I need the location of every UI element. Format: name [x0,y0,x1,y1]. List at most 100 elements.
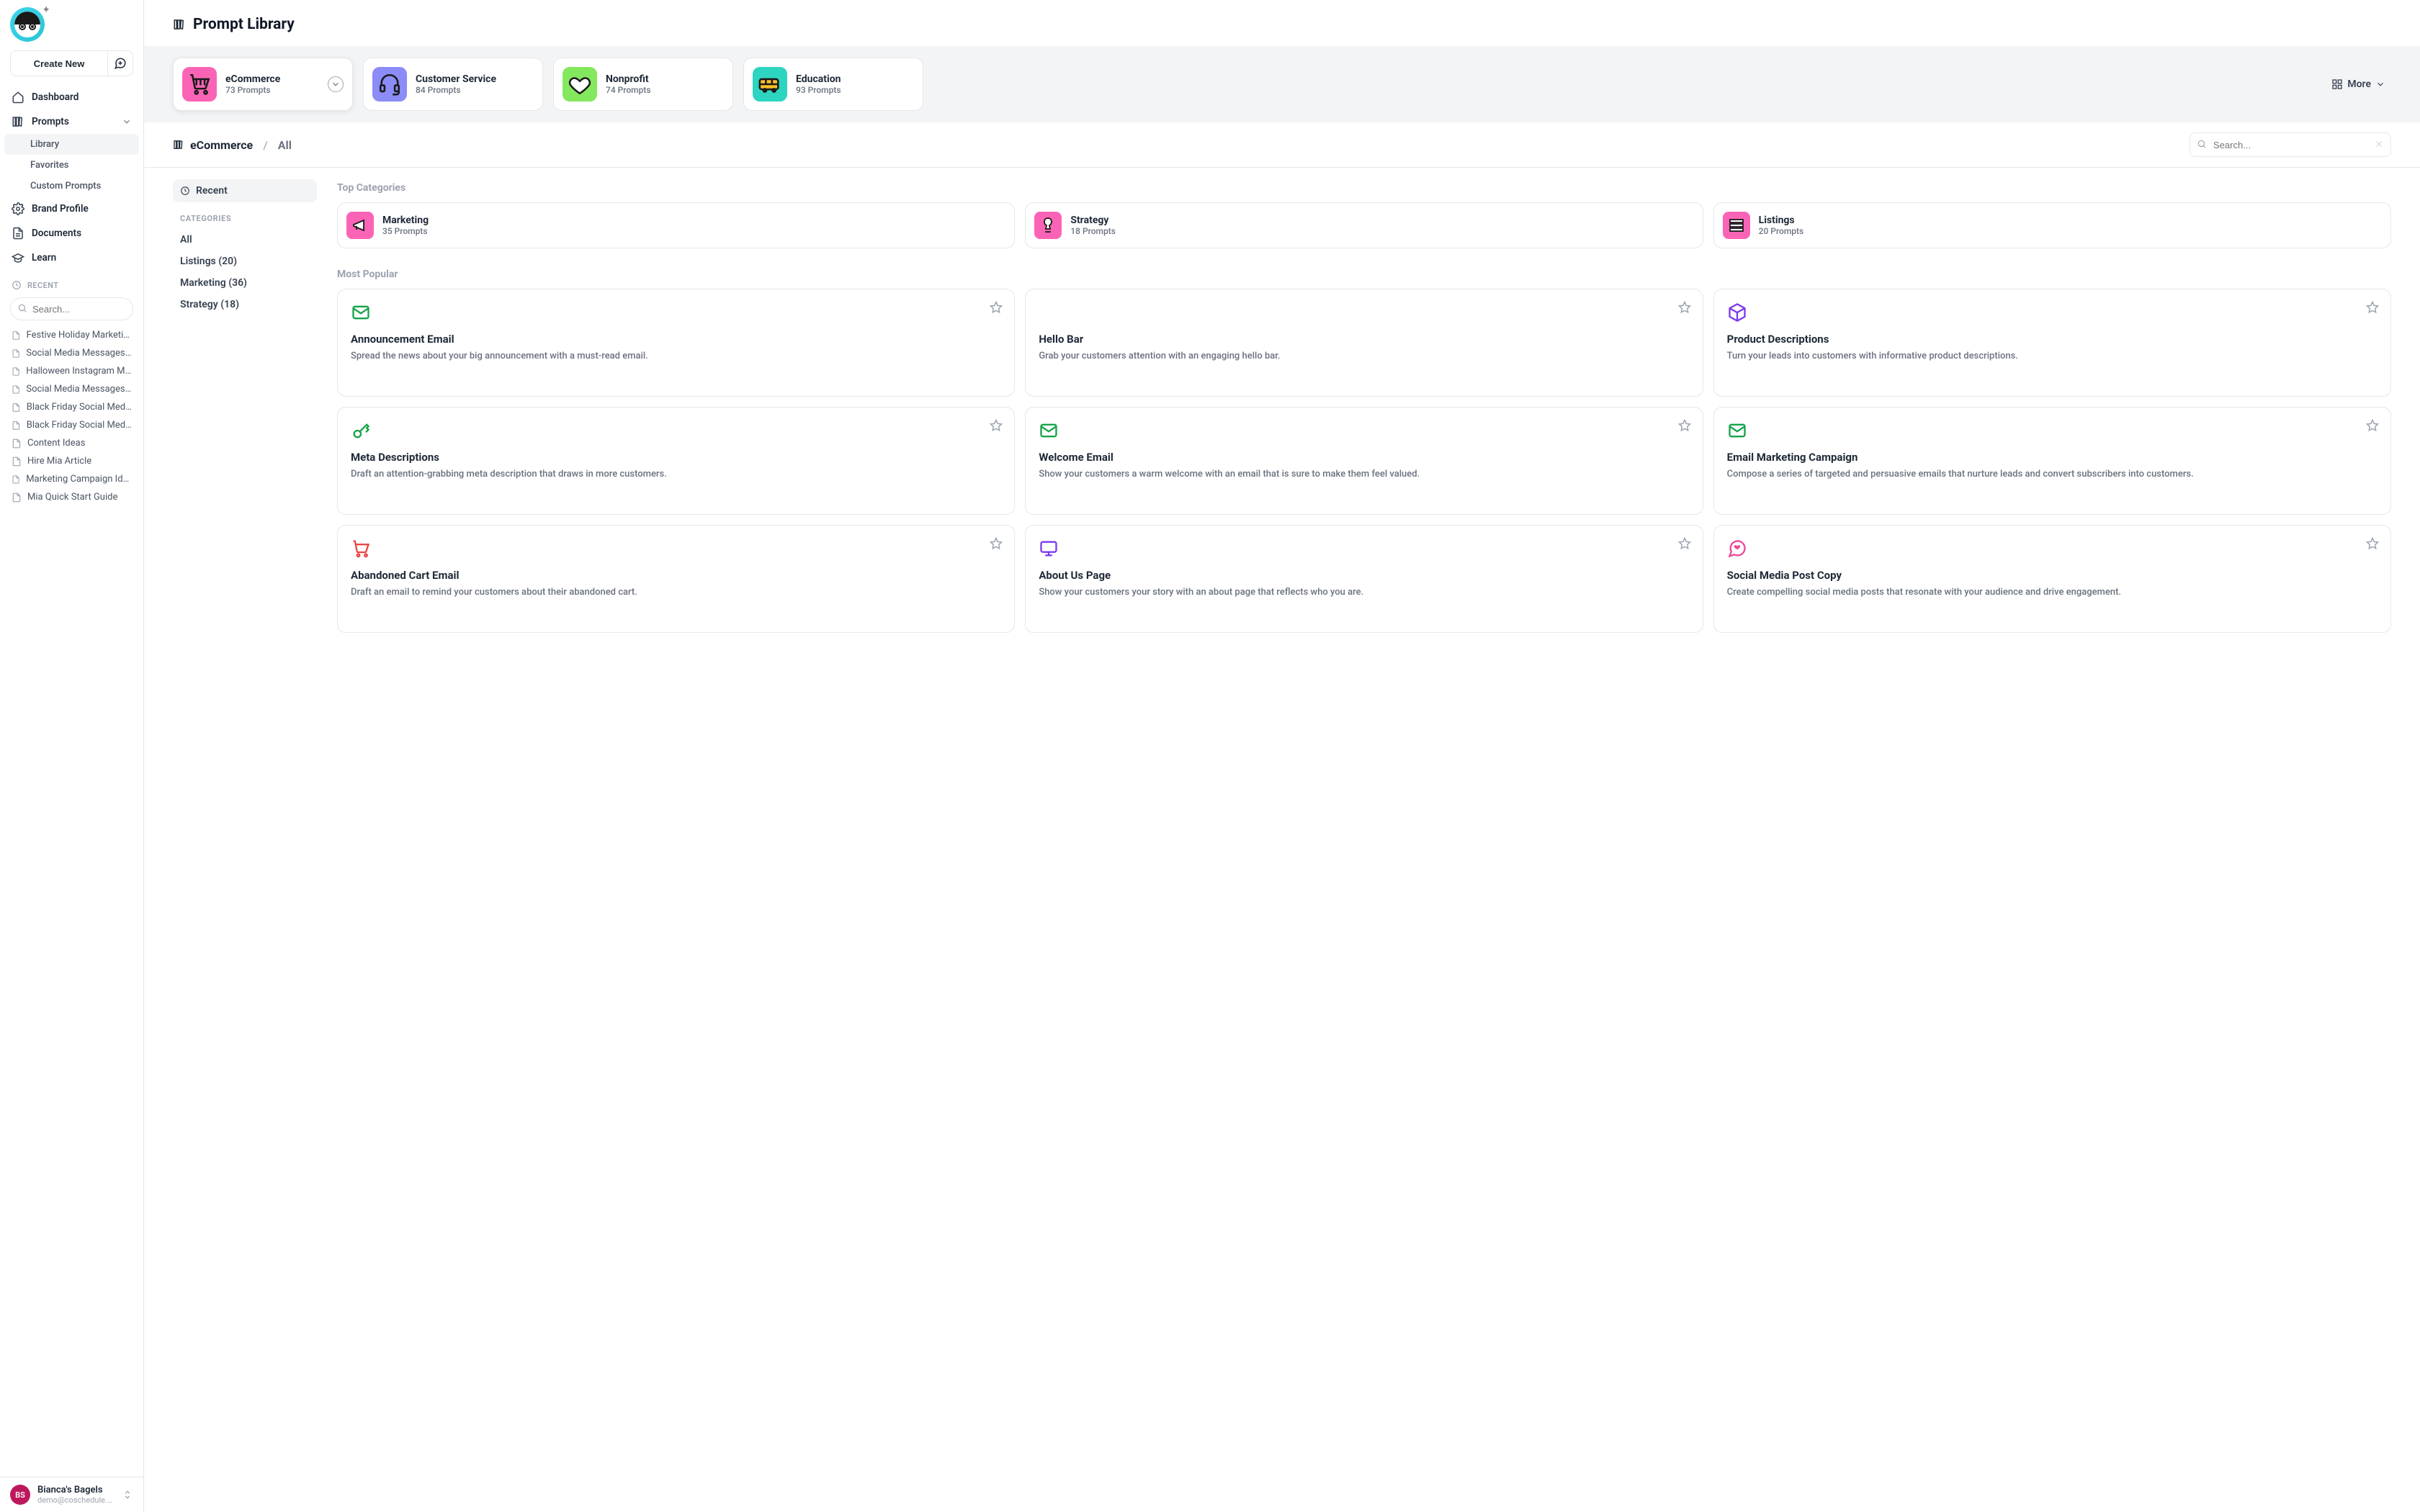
nav-sub-library[interactable]: Library [4,134,139,155]
library-sub: 93 Prompts [796,85,914,95]
favorite-star-icon[interactable] [2366,301,2379,314]
favorite-star-icon[interactable] [990,537,1003,550]
content-search[interactable] [2190,132,2391,157]
sidebar: ✦ Create New Dashboard PromptsLibraryFavo… [0,0,144,1512]
prompt-card[interactable]: Welcome Email Show your customers a warm… [1025,407,1703,515]
breadcrumb-lib[interactable]: eCommerce [190,138,253,152]
library-card-nonprofit[interactable]: Nonprofit 74 Prompts [553,58,733,111]
grid-icon [2331,78,2343,90]
prompt-desc: Grab your customers attention with an en… [1039,350,1689,364]
favorite-star-icon[interactable] [1678,419,1691,432]
rail-category[interactable]: Strategy (18) [173,294,317,315]
prompt-title: Meta Descriptions [351,451,1001,464]
create-new-button[interactable]: Create New [10,50,107,76]
search-icon [2197,139,2207,149]
favorite-star-icon[interactable] [2366,419,2379,432]
nav-dashboard[interactable]: Dashboard [4,85,139,109]
recent-item[interactable]: Hire Mia Article [4,452,139,470]
cart-icon [182,67,217,102]
key-icon [351,420,372,442]
recent-item[interactable]: Mia Quick Start Guide [4,488,139,506]
library-card-education[interactable]: Education 93 Prompts [743,58,923,111]
more-button[interactable]: More [2326,58,2391,111]
learn-icon [12,251,24,264]
recent-item[interactable]: Black Friday Social Media ... [4,398,139,416]
nav-learn[interactable]: Learn [4,246,139,270]
nav-sub-favorites[interactable]: Favorites [4,155,139,176]
mail-icon [1039,420,1060,442]
prompt-title: Welcome Email [1039,451,1689,464]
category-title: Marketing [382,215,429,226]
nav-documents[interactable]: Documents [4,221,139,246]
library-card-customer[interactable]: Customer Service 84 Prompts [363,58,543,111]
clock-icon [180,186,190,196]
chevron-updown-icon [122,1489,133,1500]
category-card[interactable]: Listings 20 Prompts [1713,202,2391,248]
rail-recent[interactable]: Recent [173,179,317,202]
brand-icon [12,202,24,215]
content-search-input[interactable] [2190,132,2391,157]
favorite-star-icon[interactable] [990,301,1003,314]
library-sub: 84 Prompts [416,85,534,95]
dashboard-icon [12,91,24,104]
recent-item[interactable]: Marketing Campaign Ideas ... [4,470,139,488]
favorite-star-icon[interactable] [2366,537,2379,550]
favorite-star-icon[interactable] [1678,537,1691,550]
prompt-card[interactable]: Hello Bar Grab your customers attention … [1025,289,1703,397]
document-icon [12,330,21,341]
documents-icon [12,227,24,240]
user-footer[interactable]: BS Bianca's Bagels demo@coschedule.com [0,1477,143,1512]
prompt-title: Product Descriptions [1727,333,2378,346]
prompt-desc: Show your customers your story with an a… [1039,586,1689,600]
recent-item[interactable]: Festive Holiday Marketing ... [4,326,139,344]
library-title: Nonprofit [606,73,724,85]
recent-item[interactable]: Social Media Messages for... [4,380,139,398]
headset-icon [372,67,407,102]
logo: ✦ [0,0,143,42]
document-icon [12,456,22,467]
prompt-card[interactable]: Email Marketing Campaign Compose a serie… [1713,407,2391,515]
prompt-card[interactable]: Meta Descriptions Draft an attention-gra… [337,407,1015,515]
breadcrumb-current: All [278,138,292,152]
recent-item[interactable]: Halloween Instagram Mess... [4,362,139,380]
prompt-card[interactable]: Product Descriptions Turn your leads int… [1713,289,2391,397]
library-title: Education [796,73,914,85]
nav-brand[interactable]: Brand Profile [4,197,139,221]
category-card[interactable]: Strategy 18 Prompts [1025,202,1703,248]
nav-sub-custom[interactable]: Custom Prompts [4,176,139,197]
mail-icon [1727,420,1749,442]
user-name: Bianca's Bagels [37,1485,115,1495]
prompt-desc: Draft an attention-grabbing meta descrip… [351,468,1001,482]
prompt-desc: Turn your leads into customers with info… [1727,350,2378,364]
recent-item[interactable]: Black Friday Social Media ... [4,416,139,434]
categories-header: CATEGORIES [173,202,317,229]
prompt-card[interactable]: About Us Page Show your customers your s… [1025,525,1703,633]
rail-category[interactable]: Listings (20) [173,251,317,272]
prompt-card[interactable]: Abandoned Cart Email Draft an email to r… [337,525,1015,633]
none-icon [1039,302,1060,324]
library-card-ecommerce[interactable]: eCommerce 73 Prompts [173,58,353,111]
recent-item[interactable]: Social Media Messages for... [4,344,139,362]
nav-label: Dashboard [32,91,79,103]
favorite-star-icon[interactable] [990,419,1003,432]
document-icon [12,366,20,377]
prompt-desc: Compose a series of targeted and persuas… [1727,468,2378,482]
mail-icon [351,302,372,324]
prompt-desc: Spread the news about your big announcem… [351,350,1001,364]
rail-category[interactable]: Marketing (36) [173,272,317,294]
prompt-card[interactable]: Social Media Post Copy Create compelling… [1713,525,2391,633]
category-title: Listings [1759,215,1804,226]
sidebar-search-input[interactable] [10,297,133,320]
prompt-card[interactable]: Announcement Email Spread the news about… [337,289,1015,397]
rail-category[interactable]: All [173,229,317,251]
library-sub: 73 Prompts [225,85,319,95]
category-card[interactable]: Marketing 35 Prompts [337,202,1015,248]
nav-prompts[interactable]: Prompts [4,109,139,134]
clear-search-icon[interactable] [2374,139,2384,149]
sidebar-search[interactable] [10,297,133,320]
recent-item[interactable]: Content Ideas [4,434,139,452]
page-title: Prompt Library [193,16,295,33]
favorite-star-icon[interactable] [1678,301,1691,314]
new-chat-button[interactable] [107,50,133,76]
most-popular-header: Most Popular [337,269,2391,280]
